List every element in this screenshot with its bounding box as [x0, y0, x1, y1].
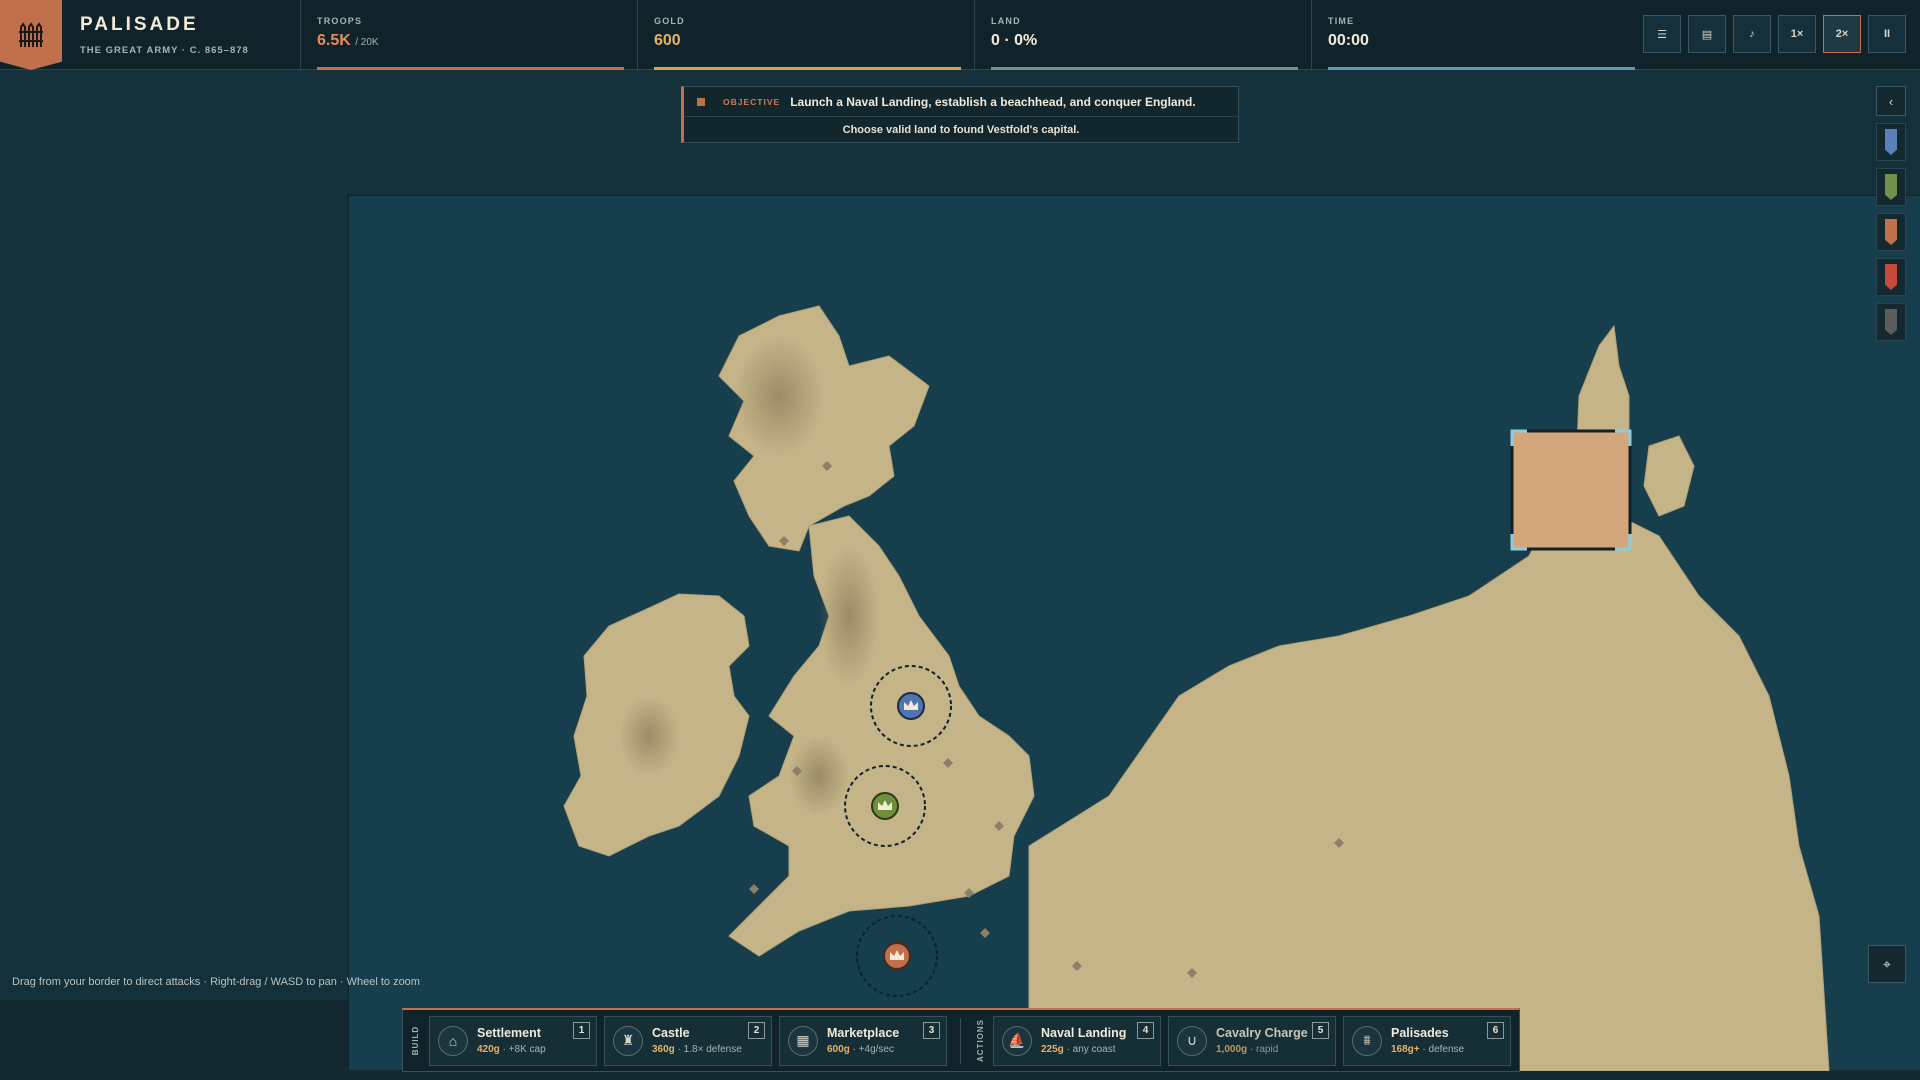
recenter-icon[interactable]: ⌖	[1868, 945, 1906, 983]
objective-diamond-icon	[697, 97, 705, 106]
hotkey-badge: 5	[1312, 1021, 1329, 1039]
brand: PALISADE THE GREAT ARMY · C. 865–878	[80, 14, 249, 56]
pause-button[interactable]: II	[1868, 15, 1906, 53]
palisade-icon: ⩩	[1352, 1025, 1382, 1056]
card-sub: 1,000g · rapid	[1216, 1044, 1279, 1055]
neutral-marker	[980, 928, 990, 938]
faction-banner-orange[interactable]	[1876, 213, 1906, 251]
map-canvas[interactable]	[348, 195, 1920, 1072]
marketplace-button[interactable]: ▦ Marketplace 600g · +4g/sec 3	[779, 1015, 947, 1066]
ledger-button[interactable]: ▤	[1688, 15, 1726, 53]
faction-panel: ‹	[1876, 86, 1906, 341]
palisade-fence-icon	[0, 0, 62, 70]
troops-value: 6.5K / 20K	[317, 32, 379, 49]
card-name: Settlement	[477, 1026, 541, 1040]
objective-label: OBJECTIVE	[723, 96, 781, 107]
card-name: Marketplace	[827, 1026, 900, 1040]
card-sub: 420g · +8K cap	[477, 1044, 546, 1055]
top-bar: PALISADE THE GREAT ARMY · C. 865–878 TRO…	[0, 0, 1920, 70]
card-name: Cavalry Charge	[1216, 1026, 1308, 1040]
faction-banner-green[interactable]	[1876, 168, 1906, 206]
continent-landmass	[1028, 495, 1830, 1072]
map-viewport[interactable]	[0, 70, 1920, 1072]
naval-landing-button[interactable]: ⛵ Naval Landing 225g · any coast 4	[993, 1015, 1161, 1066]
ship-icon: ⛵	[1002, 1025, 1032, 1056]
neutral-marker	[749, 884, 759, 894]
time-stat: TIME 00:00	[1311, 0, 1648, 70]
collapse-panel-button[interactable]: ‹	[1876, 86, 1906, 116]
map-svg[interactable]	[349, 196, 1920, 1072]
speed-2x-button[interactable]: 2×	[1823, 15, 1861, 53]
hotkey-badge: 1	[573, 1021, 590, 1039]
controls-hint: Drag from your border to direct attacks …	[12, 976, 420, 988]
objective-instruction: Choose valid land to found Vestfold's ca…	[842, 123, 1080, 136]
orange-capital	[856, 915, 938, 997]
gold-stat: GOLD 600	[637, 0, 974, 70]
banner-icon	[1885, 129, 1897, 155]
faction-banner-blue[interactable]	[1876, 123, 1906, 161]
gold-value: 600	[654, 32, 681, 49]
hotkey-badge: 3	[923, 1021, 940, 1039]
card-name: Palisades	[1391, 1026, 1449, 1040]
land-label: LAND	[991, 16, 1021, 26]
castle-icon: ♜	[613, 1025, 643, 1056]
card-name: Naval Landing	[1041, 1026, 1127, 1040]
castle-button[interactable]: ♜ Castle 360g · 1.8× defense 2	[604, 1015, 772, 1066]
zealand-landmass	[1643, 435, 1695, 517]
music-button[interactable]: ♪	[1733, 15, 1771, 53]
card-sub: 600g · +4g/sec	[827, 1044, 894, 1055]
card-name: Castle	[652, 1026, 690, 1040]
settlement-icon: ⌂	[438, 1025, 468, 1056]
card-sub: 168g+ · defense	[1391, 1044, 1465, 1055]
horseshoe-icon: ∪	[1177, 1025, 1207, 1056]
actions-section-label: ACTIONS	[975, 1019, 985, 1062]
selected-region	[1510, 429, 1632, 551]
banner-icon	[1885, 264, 1897, 290]
troops-stat: TROOPS 6.5K / 20K	[300, 0, 637, 70]
build-bar: BUILD ⌂ Settlement 420g · +8K cap 1 ♜ Ca…	[402, 1008, 1520, 1072]
palisades-button[interactable]: ⩩ Palisades 168g+ · defense 6	[1343, 1015, 1511, 1066]
faction-banner-red[interactable]	[1876, 258, 1906, 296]
hotkey-badge: 6	[1487, 1021, 1504, 1039]
time-label: TIME	[1328, 16, 1355, 26]
time-value: 00:00	[1328, 32, 1369, 49]
objective-text: Launch a Naval Landing, establish a beac…	[790, 94, 1196, 109]
banner-icon	[1885, 219, 1897, 245]
land-value: 0 · 0%	[991, 32, 1038, 49]
hotkey-badge: 4	[1137, 1021, 1154, 1039]
banner-icon	[1885, 309, 1897, 335]
hotkey-badge: 2	[748, 1021, 765, 1039]
marketplace-icon: ▦	[788, 1025, 818, 1056]
card-sub: 225g · any coast	[1041, 1044, 1116, 1055]
settlement-button[interactable]: ⌂ Settlement 420g · +8K cap 1	[429, 1015, 597, 1066]
faction-banner-gray[interactable]	[1876, 303, 1906, 341]
land-stat: LAND 0 · 0%	[974, 0, 1311, 70]
banner-icon	[1885, 174, 1897, 200]
app-subtitle: THE GREAT ARMY · C. 865–878	[80, 45, 249, 56]
build-section-label: BUILD	[411, 1025, 421, 1056]
control-buttons: ☰ ▤ ♪ 1× 2× II	[1643, 15, 1906, 53]
speed-1x-button[interactable]: 1×	[1778, 15, 1816, 53]
troops-label: TROOPS	[317, 16, 363, 26]
section-divider	[960, 1017, 961, 1064]
menu-button[interactable]: ☰	[1643, 15, 1681, 53]
card-sub: 360g · 1.8× defense	[652, 1044, 742, 1055]
app-title: PALISADE	[80, 14, 199, 35]
england-landmass	[728, 515, 1035, 957]
gold-label: GOLD	[654, 16, 685, 26]
objective-panel: OBJECTIVE Launch a Naval Landing, establ…	[681, 86, 1239, 143]
cavalry-charge-button[interactable]: ∪ Cavalry Charge 1,000g · rapid 5	[1168, 1015, 1336, 1066]
